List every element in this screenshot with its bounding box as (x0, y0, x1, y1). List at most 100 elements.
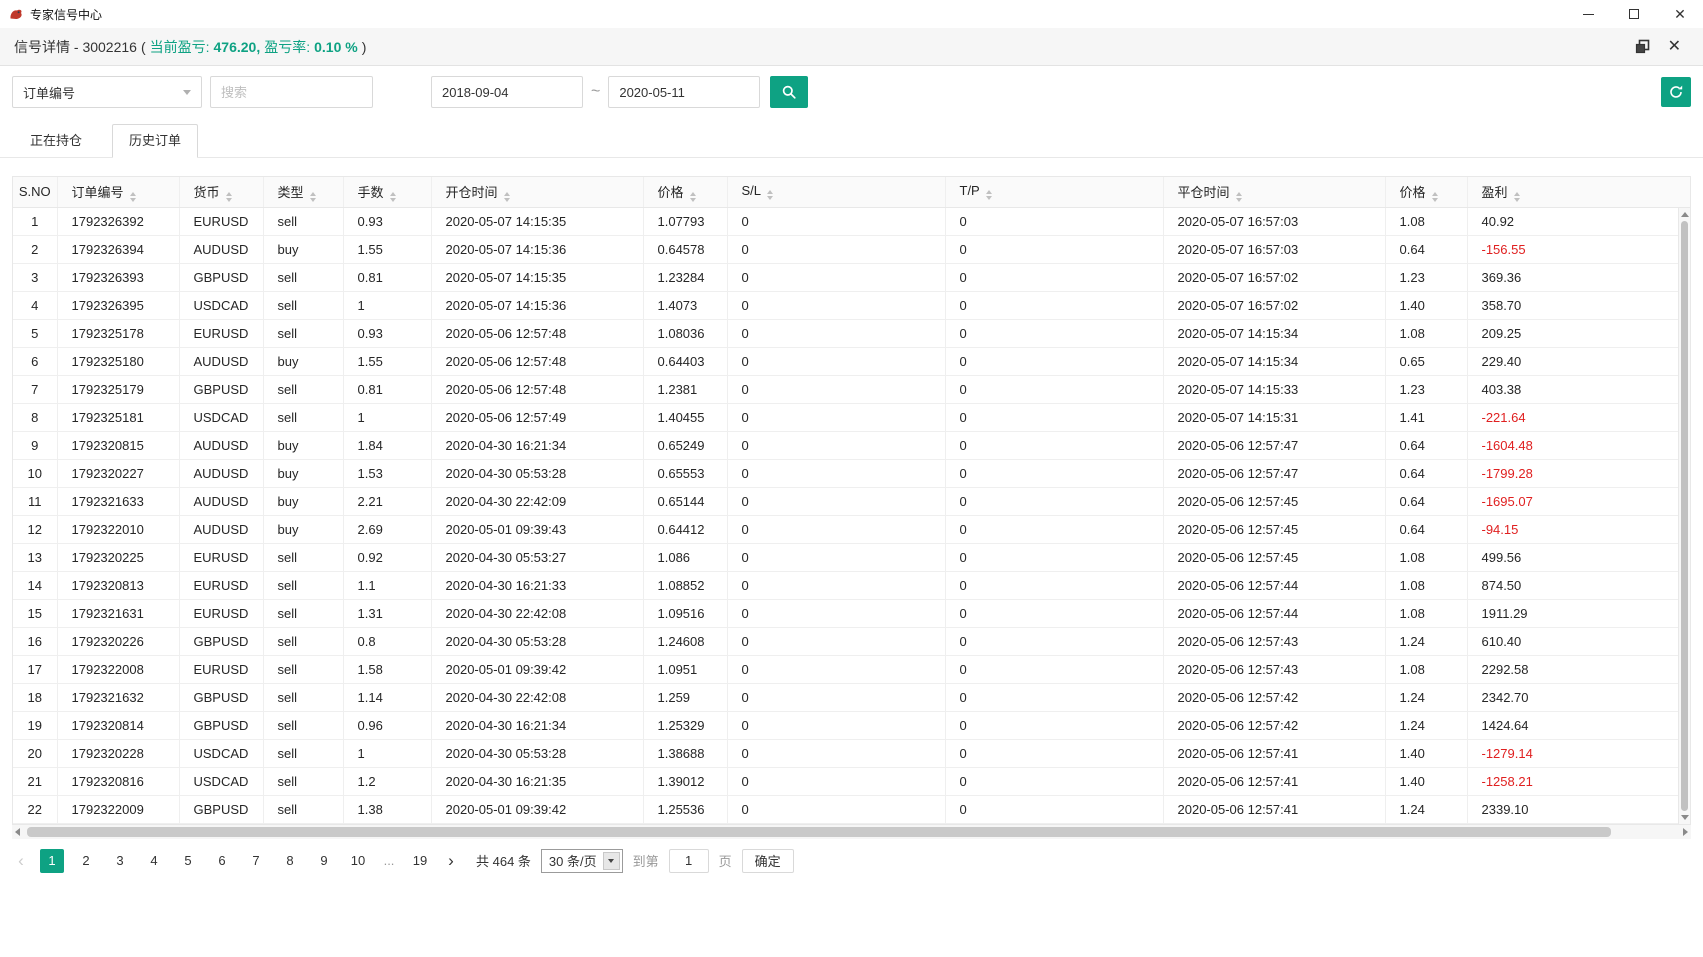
sort-icon[interactable] (986, 190, 992, 200)
column-header[interactable]: 手数 (343, 177, 431, 207)
table-row: 61792325180AUDUSDbuy1.552020-05-06 12:57… (13, 347, 1678, 375)
column-header[interactable]: 货币 (179, 177, 263, 207)
goto-page-input[interactable] (669, 849, 709, 873)
column-header[interactable]: S/L (727, 177, 945, 207)
field-select[interactable]: 订单编号 (12, 76, 202, 108)
scroll-right-icon[interactable] (1683, 828, 1688, 836)
table-cell: 1.14 (343, 683, 431, 711)
table-cell: 21 (13, 767, 57, 795)
table-cell: 2020-04-30 22:42:08 (431, 683, 643, 711)
tab-positions[interactable]: 正在持仓 (14, 125, 98, 157)
close-button[interactable]: ✕ (1657, 0, 1703, 28)
goto-confirm-button[interactable]: 确定 (742, 849, 794, 873)
column-header[interactable]: 价格 (1385, 177, 1467, 207)
table-cell: 2020-05-07 14:15:36 (431, 235, 643, 263)
table-cell: 2339.10 (1467, 795, 1678, 823)
table-cell: 2020-05-06 12:57:44 (1163, 599, 1385, 627)
panel-close-button[interactable]: ✕ (1668, 39, 1685, 55)
date-to-input[interactable] (608, 76, 760, 108)
table-row: 201792320228USDCADsell12020-04-30 05:53:… (13, 739, 1678, 767)
column-header[interactable]: 平仓时间 (1163, 177, 1385, 207)
page-19-button[interactable]: 19 (408, 849, 432, 873)
table-cell: 2020-04-30 22:42:09 (431, 487, 643, 515)
table-cell: -1279.14 (1467, 739, 1678, 767)
table-cell: 1.40 (1385, 739, 1467, 767)
sort-icon[interactable] (504, 192, 510, 202)
table-cell: sell (263, 795, 343, 823)
window-titlebar: 专家信号中心 ✕ (0, 0, 1703, 28)
column-header[interactable]: 订单编号 (57, 177, 179, 207)
table-cell: 40.92 (1467, 207, 1678, 235)
table-row: 121792322010AUDUSDbuy2.692020-05-01 09:3… (13, 515, 1678, 543)
table-cell: 1.23 (1385, 263, 1467, 291)
page-6-button[interactable]: 6 (210, 849, 234, 873)
sort-icon[interactable] (130, 192, 136, 202)
column-label: 价格 (658, 185, 684, 200)
sort-icon[interactable] (226, 192, 232, 202)
table-cell: 0 (945, 291, 1163, 319)
search-input[interactable] (210, 76, 373, 108)
scroll-down-icon[interactable] (1681, 815, 1689, 820)
vertical-scrollbar[interactable] (1678, 208, 1690, 824)
sort-icon[interactable] (767, 190, 773, 200)
tab-history[interactable]: 历史订单 (112, 124, 198, 158)
table-cell: 2020-05-06 12:57:48 (431, 375, 643, 403)
sort-icon[interactable] (1514, 192, 1520, 202)
vertical-scrollbar-thumb[interactable] (1681, 221, 1688, 811)
sort-icon[interactable] (690, 192, 696, 202)
scroll-left-icon[interactable] (15, 828, 20, 836)
table-cell: buy (263, 459, 343, 487)
sort-icon[interactable] (310, 192, 316, 202)
sort-icon[interactable] (390, 192, 396, 202)
table-cell: 0.65553 (643, 459, 727, 487)
table-cell: 1.08 (1385, 571, 1467, 599)
page-4-button[interactable]: 4 (142, 849, 166, 873)
refresh-button[interactable] (1661, 77, 1691, 107)
page-1-button[interactable]: 1 (40, 849, 64, 873)
table-cell: -156.55 (1467, 235, 1678, 263)
table-cell: 1.08 (1385, 599, 1467, 627)
scroll-up-icon[interactable] (1681, 212, 1689, 217)
column-label: 货币 (194, 185, 220, 200)
prev-page-button[interactable]: ‹ (12, 849, 30, 873)
table-cell: 2020-04-30 16:21:34 (431, 711, 643, 739)
page-7-button[interactable]: 7 (244, 849, 268, 873)
window-restore-icon[interactable] (1635, 39, 1650, 54)
horizontal-scrollbar-thumb[interactable] (27, 827, 1611, 837)
maximize-button[interactable] (1611, 0, 1657, 28)
column-header[interactable]: 开仓时间 (431, 177, 643, 207)
sort-icon[interactable] (1236, 192, 1242, 202)
page-5-button[interactable]: 5 (176, 849, 200, 873)
search-button[interactable] (770, 76, 808, 108)
table-cell: 14 (13, 571, 57, 599)
page-8-button[interactable]: 8 (278, 849, 302, 873)
table-cell: 1 (13, 207, 57, 235)
table-cell: 0 (945, 795, 1163, 823)
page-2-button[interactable]: 2 (74, 849, 98, 873)
page-3-button[interactable]: 3 (108, 849, 132, 873)
sort-icon[interactable] (1432, 192, 1438, 202)
table-cell: 0 (945, 711, 1163, 739)
pagination-ellipsis: ... (380, 853, 398, 868)
table-cell: AUDUSD (179, 515, 263, 543)
pl-label: 当前盈亏: (150, 37, 210, 57)
minimize-button[interactable] (1565, 0, 1611, 28)
column-header[interactable]: 盈利 (1467, 177, 1678, 207)
table-cell: 0 (727, 627, 945, 655)
table-cell: 0 (727, 795, 945, 823)
next-page-button[interactable]: › (442, 849, 460, 873)
table-cell: 1.24 (1385, 711, 1467, 739)
horizontal-scrollbar[interactable] (12, 825, 1691, 839)
table-body: 11792326392EURUSDsell0.932020-05-07 14:1… (13, 207, 1678, 823)
table-cell: 1.24608 (643, 627, 727, 655)
rate-label: 盈亏率: (264, 37, 310, 57)
column-header[interactable]: T/P (945, 177, 1163, 207)
page-9-button[interactable]: 9 (312, 849, 336, 873)
column-header[interactable]: 价格 (643, 177, 727, 207)
column-header[interactable]: 类型 (263, 177, 343, 207)
page-size-select[interactable]: 30 条/页 (541, 849, 623, 873)
column-label: 类型 (278, 185, 304, 200)
page-10-button[interactable]: 10 (346, 849, 370, 873)
table-cell: 1.25329 (643, 711, 727, 739)
date-from-input[interactable] (431, 76, 583, 108)
